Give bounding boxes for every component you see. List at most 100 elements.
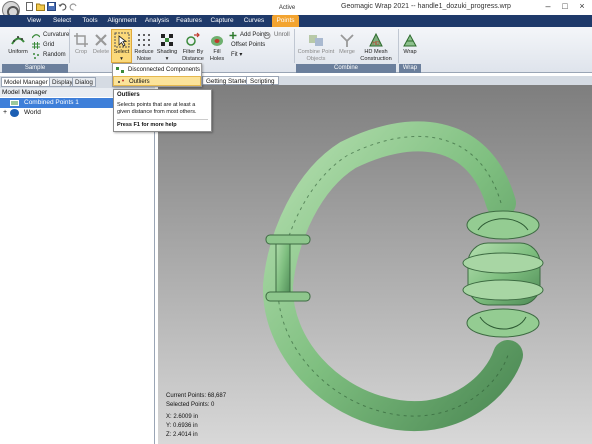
- grid-label: Grid: [43, 42, 55, 48]
- random-label: Random: [43, 52, 66, 58]
- reduce-noise-label-2: Noise: [136, 55, 152, 62]
- minimize-button[interactable]: –: [540, 1, 556, 13]
- random-button[interactable]: Random: [32, 51, 66, 60]
- point-cloud-icon: [10, 100, 19, 106]
- group-label-sample: Sample: [2, 64, 68, 73]
- select-button[interactable]: Select ▾: [111, 29, 132, 63]
- close-button[interactable]: ×: [574, 1, 590, 13]
- delete-label: Delete: [92, 49, 110, 55]
- shading-label: Shading: [156, 49, 178, 55]
- tab-analysis[interactable]: Analysis: [142, 15, 172, 27]
- filter-distance-icon: [186, 32, 200, 46]
- wrap-button[interactable]: Wrap: [400, 30, 420, 56]
- combine-label-2: Objects: [306, 55, 326, 62]
- handle-model-render[interactable]: [158, 85, 592, 444]
- world-icon: [10, 109, 19, 117]
- tab-getting-started[interactable]: Getting Started: [202, 76, 253, 85]
- menu-item-outliers[interactable]: Outliers: [113, 76, 201, 86]
- y-coordinate-readout: Y: 0.6936 in: [166, 423, 198, 429]
- selected-points-readout: Selected Points: 0: [166, 402, 215, 408]
- fill-holes-icon: [211, 36, 223, 46]
- tab-features[interactable]: Features: [174, 15, 204, 27]
- delete-icon: [95, 34, 107, 46]
- uniform-label: Uniform: [8, 49, 28, 55]
- combine-point-objects-button[interactable]: Combine Point Objects: [296, 30, 336, 62]
- delete-button[interactable]: Delete: [91, 30, 111, 56]
- combine-points-icon: [309, 35, 323, 46]
- group-label-wrap: Wrap: [399, 64, 421, 73]
- tooltip-title: Outliers: [117, 92, 140, 98]
- fill-holes-button[interactable]: Fill Holes: [207, 30, 227, 62]
- ribbon-panel: Uniform Curvature Grid Random Sample Cro…: [0, 27, 592, 73]
- context-label: Active: [278, 5, 296, 11]
- grid-icon: [32, 42, 40, 49]
- tree-item-label: World: [24, 109, 41, 116]
- unroll-button[interactable]: Unroll: [263, 31, 290, 40]
- shading-button[interactable]: Shading ▾: [156, 30, 178, 62]
- tab-view[interactable]: View: [22, 15, 46, 27]
- merge-button[interactable]: Merge: [337, 30, 357, 56]
- fit-button[interactable]: Fit ▾: [229, 51, 242, 60]
- tab-points[interactable]: Points: [272, 15, 299, 27]
- z-coordinate-readout: Z: 2.4014 in: [166, 432, 198, 438]
- wrap-label: Wrap: [403, 49, 417, 55]
- ribbon-separator: [69, 29, 70, 63]
- maximize-button[interactable]: □: [557, 1, 573, 13]
- menu-item-disconnected-components[interactable]: Disconnected Components: [113, 65, 201, 75]
- tooltip-footer: Press F1 for more help: [117, 119, 208, 128]
- add-points-icon: [229, 32, 237, 39]
- reduce-noise-button[interactable]: Reduce Noise: [133, 30, 155, 62]
- tab-model-manager[interactable]: Model Manager: [1, 77, 51, 87]
- tab-alignment[interactable]: Alignment: [104, 15, 140, 27]
- expand-icon[interactable]: +: [3, 108, 7, 118]
- select-points-icon: [114, 32, 129, 48]
- outliers-tooltip: Outliers Selects points that are at leas…: [113, 89, 212, 132]
- filter-by-distance-button[interactable]: Filter By Distance: [180, 30, 206, 62]
- shading-icon: [161, 34, 173, 46]
- crop-label: Crop: [74, 49, 88, 55]
- offset-points-button[interactable]: Offset Points: [229, 41, 265, 50]
- tab-scripting[interactable]: Scripting: [246, 76, 279, 85]
- fit-label: Fit: [231, 52, 238, 58]
- reduce-noise-icon: [138, 34, 150, 46]
- hd-mesh-label-2: Construction: [360, 55, 392, 62]
- tab-capture[interactable]: Capture: [208, 15, 236, 27]
- 3d-viewport[interactable]: Current Points: 68,687 Selected Points: …: [158, 85, 592, 444]
- tree-item-label: Combined Points 1: [24, 99, 79, 106]
- curvature-icon: [32, 34, 40, 39]
- menu-item-label: Outliers: [129, 79, 150, 85]
- svg-text:HD: HD: [372, 41, 380, 47]
- model-manager-panel: Model Manager Combined Points 1 + World: [0, 88, 155, 444]
- uniform-sample-icon: [11, 36, 25, 45]
- random-icon: [33, 53, 39, 59]
- tab-tools[interactable]: Tools: [78, 15, 102, 27]
- tab-select[interactable]: Select: [49, 15, 75, 27]
- merge-icon: [340, 34, 354, 47]
- offset-points-label: Offset Points: [231, 42, 266, 48]
- crop-icon: [74, 33, 88, 47]
- title-bar: Geomagic Wrap 2021 -- handle1_dozuki_pro…: [0, 0, 592, 19]
- crop-button[interactable]: Crop: [71, 30, 91, 56]
- tooltip-body: Selects points that are at least a given…: [117, 102, 197, 115]
- select-label: Select: [113, 49, 130, 55]
- grid-button[interactable]: Grid: [32, 41, 54, 50]
- ribbon-tab-bar: View Select Tools Alignment Analysis Fea…: [0, 15, 592, 27]
- hd-mesh-label-1: HD Mesh: [364, 49, 388, 55]
- unroll-icon: [263, 32, 271, 39]
- fill-holes-label-1: Fill: [213, 49, 221, 55]
- curvature-button[interactable]: Curvature: [32, 31, 69, 40]
- group-label-combine: Combine: [296, 64, 396, 73]
- tab-curves[interactable]: Curves: [240, 15, 268, 27]
- tab-dialog[interactable]: Dialog: [72, 77, 96, 87]
- ribbon-separator: [398, 29, 399, 63]
- merge-label: Merge: [339, 49, 355, 55]
- hd-mesh-construction-button[interactable]: HD HD Mesh Construction: [358, 30, 394, 62]
- menu-item-label: Disconnected Components: [128, 67, 201, 73]
- reduce-noise-label-1: Reduce: [134, 49, 154, 55]
- viewport-tab-bar: Getting Started Scripting: [160, 76, 592, 85]
- curvature-label: Curvature: [43, 32, 70, 38]
- uniform-button[interactable]: Uniform: [4, 30, 32, 56]
- outliers-icon: [118, 79, 124, 83]
- wrap-icon: [403, 33, 417, 47]
- combine-label-1: Combine Point: [297, 49, 335, 55]
